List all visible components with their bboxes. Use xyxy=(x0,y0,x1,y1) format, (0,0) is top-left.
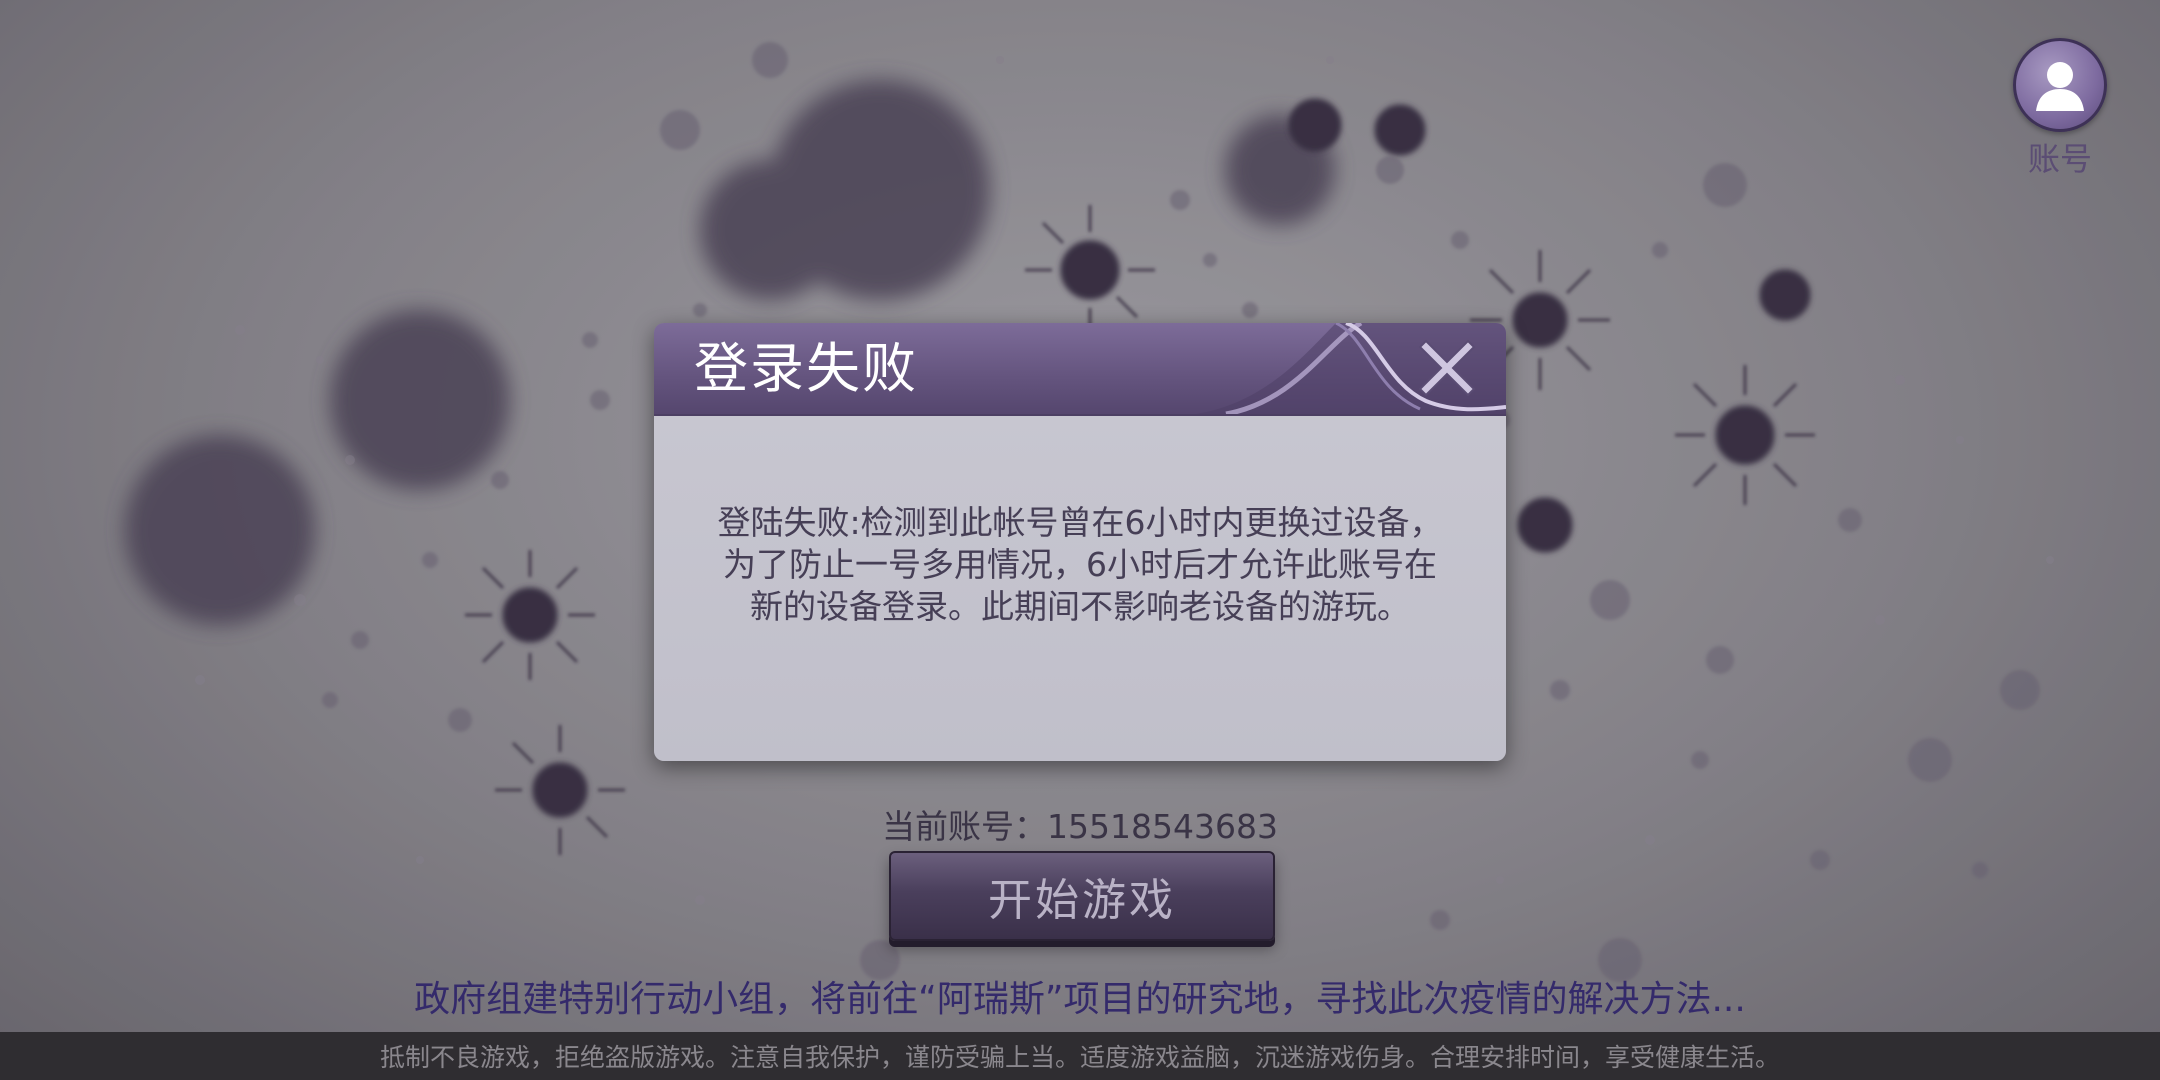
close-button[interactable] xyxy=(1410,331,1484,405)
health-notice-bar: 抵制不良游戏，拒绝盗版游戏。注意自我保护，谨防受骗上当。适度游戏益脑，沉迷游戏伤… xyxy=(0,1032,2160,1080)
dialog-body: 登陆失败:检测到此帐号曾在6小时内更换过设备，为了防止一号多用情况，6小时后才允… xyxy=(654,414,1506,761)
login-failed-dialog: 登录失败 登陆失败:检测到此帐号曾在6小时内更换过设备，为了防止一号多用情况，6… xyxy=(654,323,1506,761)
account-label: 账号 xyxy=(2027,140,2092,178)
close-x-icon xyxy=(1418,339,1476,397)
dialog-title: 登录失败 xyxy=(694,337,918,400)
current-account-line: 当前账号：15518543683 xyxy=(0,800,2160,848)
start-game-label: 开始游戏 xyxy=(988,875,1176,926)
dialog-header: 登录失败 xyxy=(654,323,1506,414)
story-text: 政府组建特别行动小组，将前往“阿瑞斯”项目的研究地，寻找此次疫情的解决方法... xyxy=(414,979,1746,1020)
dialog-message: 登陆失败:检测到此帐号曾在6小时内更换过设备，为了防止一号多用情况，6小时后才允… xyxy=(717,503,1443,626)
current-account-label: 当前账号： xyxy=(882,807,1048,846)
health-notice-text: 抵制不良游戏，拒绝盗版游戏。注意自我保护，谨防受骗上当。适度游戏益脑，沉迷游戏伤… xyxy=(379,1043,1780,1072)
current-account-number: 15518543683 xyxy=(1047,807,1278,846)
user-silhouette-icon xyxy=(2013,38,2107,132)
account-button[interactable]: 账号 xyxy=(2012,38,2108,180)
start-game-button[interactable]: 开始游戏 xyxy=(889,851,1275,941)
